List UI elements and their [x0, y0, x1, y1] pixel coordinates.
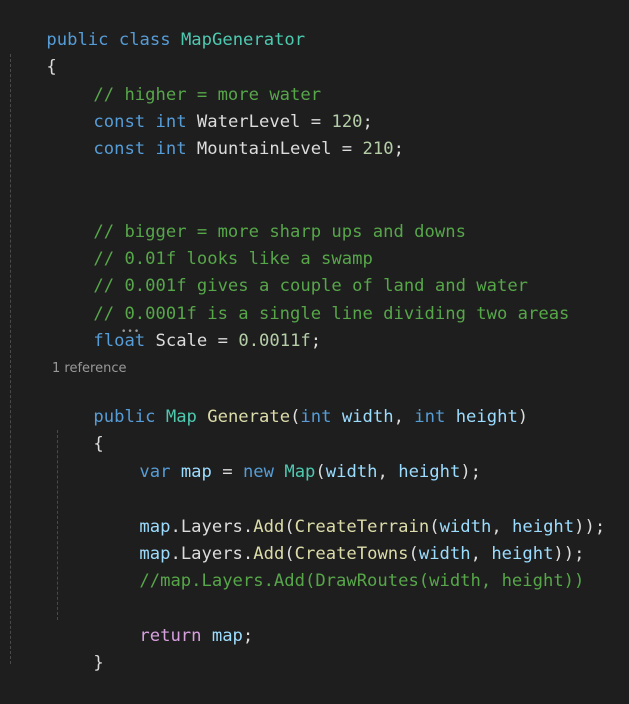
paren: ); — [460, 462, 482, 482]
suggestion-dots-icon[interactable]: ••• — [121, 328, 140, 337]
code-line-comment: // 0.0001f is a single line dividing two… — [52, 274, 569, 324]
comma: , — [377, 462, 388, 482]
return-type: Map — [165, 407, 197, 427]
code-line-comment: // 0.01f looks like a swamp — [52, 219, 372, 269]
local-name: map — [211, 626, 243, 646]
paren: ( — [315, 462, 326, 482]
keyword: var — [139, 462, 171, 482]
code-line-comment: // higher = more water — [52, 55, 321, 105]
operator: = — [217, 331, 228, 351]
local-name: map — [180, 462, 212, 482]
method-name: Generate — [207, 407, 291, 427]
code-line-comment: // bigger = more sharp ups and downs — [52, 192, 466, 242]
code-line-add-towns: map.Layers.Add(CreateTowns(width, height… — [98, 514, 584, 564]
keyword: new — [242, 462, 274, 482]
code-line-class-declaration: public class MapGenerator — [5, 0, 305, 50]
semicolon: ; — [310, 331, 322, 351]
param-name: width — [341, 407, 394, 427]
keyword: public class — [46, 30, 171, 50]
param-type: int — [414, 407, 446, 427]
operator: = — [222, 462, 233, 482]
comment: //map.Layers.Add(DrawRoutes(width, heigh… — [139, 571, 585, 591]
code-line-open-brace: { — [52, 404, 103, 454]
arg: width — [325, 462, 378, 482]
param-type: int — [300, 407, 332, 427]
field-name[interactable]: Scale — [156, 331, 208, 351]
code-line-comment: //map.Layers.Add(DrawRoutes(width, heigh… — [98, 541, 584, 591]
param-name: height — [455, 407, 518, 427]
code-line-water-level: const int WaterLevel = 120; — [52, 82, 372, 132]
code-line-mountain-level: const int MountainLevel = 210; — [52, 109, 404, 159]
comma: , — [393, 407, 404, 427]
code-editor[interactable]: public class MapGenerator { // higher = … — [0, 0, 629, 673]
number: 0.0011f — [238, 331, 311, 351]
class-name: MapGenerator — [180, 30, 306, 50]
code-line-return: return map; — [98, 596, 253, 646]
number: 210 — [362, 139, 394, 159]
code-line-close-brace: } — [52, 623, 103, 673]
semicolon: ; — [242, 626, 254, 646]
code-line-method-declaration: public Map Generate(int width, int heigh… — [52, 377, 528, 427]
code-line-open-brace: { — [5, 27, 56, 77]
operator: = — [341, 139, 353, 159]
code-line-var-map: var map = new Map(width, height); — [98, 432, 481, 482]
code-line-comment: // 0.001f gives a couple of land and wat… — [52, 246, 528, 296]
semicolon: ; — [393, 139, 404, 159]
keyword: const int — [93, 139, 187, 159]
brace: } — [93, 653, 104, 673]
const-name: MountainLevel — [196, 139, 332, 159]
keyword-return: return — [139, 626, 202, 646]
paren: ( — [290, 407, 301, 427]
indent-guide-outer — [10, 54, 11, 664]
paren: ) — [517, 407, 529, 427]
arg: height — [398, 462, 461, 482]
codelens-references[interactable]: 1 reference — [52, 360, 126, 378]
code-line-add-terrain: map.Layers.Add(CreateTerrain(width, heig… — [98, 487, 605, 537]
type-name: Map — [284, 462, 316, 482]
code-line-scale: float Scale = 0.0011f; — [52, 301, 321, 351]
